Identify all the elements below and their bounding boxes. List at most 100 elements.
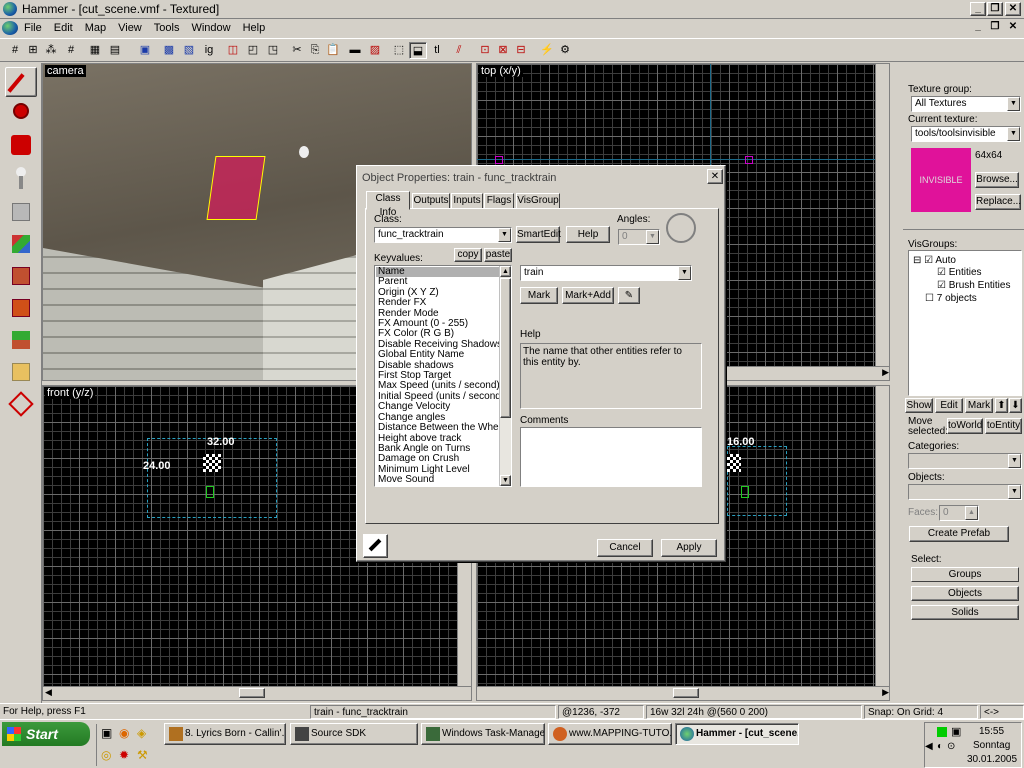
side-horizontal-scrollbar[interactable]: ▶ (477, 686, 889, 700)
select-objects-button[interactable]: Objects (911, 586, 1019, 601)
group-icon[interactable]: ▩ (160, 42, 178, 59)
entity-report-icon[interactable]: ⚡ (538, 42, 556, 59)
map-info-icon[interactable]: ⊟ (512, 42, 530, 59)
winamp-icon[interactable]: ◈ (137, 726, 146, 740)
tab-inputs[interactable]: Inputs (451, 193, 483, 209)
task-task-manager[interactable]: Windows Task-Manager (421, 723, 545, 745)
visgroup-7-objects[interactable]: ☐ 7 objects (925, 293, 977, 304)
objects-select[interactable]: ▼ (908, 484, 1022, 500)
texture-lock-icon[interactable]: ▣ (136, 42, 154, 59)
entity-tool-icon[interactable] (5, 163, 37, 193)
grid-dots-icon[interactable]: ⁂ (42, 42, 60, 59)
copy-button[interactable]: copy (454, 248, 482, 262)
paste-button[interactable]: paste (484, 248, 512, 262)
hollow-icon[interactable]: ▨ (366, 42, 384, 59)
task-browser[interactable]: www.MAPPING-TUTO... (548, 723, 672, 745)
selection-box-icon[interactable]: ⬚ (390, 42, 408, 59)
clock-time[interactable]: 15:55 (979, 726, 1004, 737)
select-solids-button[interactable]: Solids (911, 605, 1019, 620)
task-hammer[interactable]: Hammer - [cut_scene... (675, 723, 799, 745)
layout-icon[interactable]: ▦ (86, 42, 104, 59)
doc-minimize-button[interactable]: _ (970, 21, 986, 35)
visgroup-edit-button[interactable]: Edit (935, 398, 963, 413)
menu-view[interactable]: View (112, 22, 148, 34)
paste-icon[interactable]: 📋 (324, 42, 342, 59)
copy-icon[interactable]: ⎘ (306, 42, 324, 59)
tab-visgroup[interactable]: VisGroup (516, 193, 560, 209)
task-source-sdk[interactable]: Source SDK (290, 723, 418, 745)
magnify-tool-icon[interactable] (5, 99, 37, 129)
categories-select[interactable]: ▼ (908, 453, 1022, 469)
visgroup-entities[interactable]: ☑ Entities (937, 267, 982, 278)
vertex-tool-icon[interactable] (5, 389, 37, 419)
visgroup-up-icon[interactable]: ⬆ (995, 398, 1008, 413)
eyedropper-icon[interactable]: ✎ (618, 287, 640, 304)
top-vertical-scrollbar[interactable] (875, 64, 889, 368)
decal-tool-icon[interactable] (5, 293, 37, 323)
toggle-handles-icon[interactable]: tl (428, 42, 446, 59)
angles-select[interactable]: 0 ▼ (618, 229, 660, 245)
side-vertical-scrollbar[interactable] (875, 386, 889, 688)
volume-icon[interactable]: ◐ (937, 741, 943, 752)
to-entity-button[interactable]: toEntity (985, 418, 1022, 434)
mark-button[interactable]: Mark (520, 287, 558, 304)
dialog-close-icon[interactable]: ✕ (707, 169, 723, 184)
select-groups-button[interactable]: Groups (911, 567, 1019, 582)
keyvalue-item[interactable]: Distance Between the Wheels (376, 422, 511, 433)
cancel-button[interactable]: Cancel (597, 539, 653, 557)
show-all-icon[interactable]: ◳ (264, 42, 282, 59)
menu-help[interactable]: Help (237, 22, 272, 34)
overlay-tool-icon[interactable] (5, 325, 37, 355)
minimize-button[interactable]: _ (970, 2, 986, 16)
visgroup-auto[interactable]: ⊟ ☑ Auto (913, 255, 956, 266)
menu-file[interactable]: File (18, 22, 48, 34)
tray-arrow-icon[interactable]: ◀ (925, 741, 933, 752)
create-prefab-button[interactable]: Create Prefab (909, 526, 1009, 542)
selected-train-brush[interactable] (206, 156, 266, 220)
apply-texture-icon[interactable] (5, 261, 37, 291)
doc-restore-button[interactable]: ❐ (987, 21, 1003, 35)
run-map-icon[interactable]: ⊡ (476, 42, 494, 59)
texture-app-tool-icon[interactable] (5, 229, 37, 259)
keyvalue-item[interactable]: Move Sound (376, 474, 500, 485)
tool-icon[interactable]: ⚒ (137, 748, 148, 762)
firefox-icon[interactable]: ◉ (119, 726, 129, 740)
check-map-icon[interactable]: ⊠ (494, 42, 512, 59)
task-lyrics-born[interactable]: 8. Lyrics Born - Callin'... (164, 723, 286, 745)
visgroup-show-button[interactable]: Show (905, 398, 933, 413)
hide-icon[interactable]: ◫ (224, 42, 242, 59)
tab-flags[interactable]: Flags (484, 193, 514, 209)
carve-icon[interactable]: ▬ (346, 42, 364, 59)
keyvalue-value-select[interactable]: train ▼ (520, 265, 692, 281)
hide-unselected-icon[interactable]: ◰ (244, 42, 262, 59)
front-horizontal-scrollbar[interactable]: ◀ (43, 686, 471, 700)
faces-spinner[interactable]: 0 ▲ (939, 505, 979, 521)
current-texture-select[interactable]: tools/toolsinvisible ▼ (911, 126, 1021, 142)
keyvalues-list[interactable]: Name Parent Origin (X Y Z) Render FX Render … (374, 265, 512, 487)
visgroup-down-icon[interactable]: ⬇ (1009, 398, 1022, 413)
start-button[interactable]: Start (2, 722, 90, 746)
steam-icon[interactable]: ✹ (119, 748, 129, 762)
menu-map[interactable]: Map (79, 22, 112, 34)
desktop-icon[interactable]: ▣ (101, 726, 112, 740)
replace-button[interactable]: Replace... (975, 194, 1021, 210)
texture-group-select[interactable]: All Textures ▼ (911, 96, 1021, 112)
grid-size-icon[interactable]: # (62, 42, 80, 59)
menu-edit[interactable]: Edit (48, 22, 79, 34)
visgroup-mark-button[interactable]: Mark (965, 398, 993, 413)
grid-icon[interactable]: # (6, 42, 24, 59)
class-help-button[interactable]: Help (566, 226, 610, 243)
monitor-icon[interactable]: ▣ (951, 725, 961, 738)
mark-add-button[interactable]: Mark+Add (562, 287, 614, 304)
menu-window[interactable]: Window (185, 22, 236, 34)
media-icon[interactable]: ◎ (101, 748, 111, 762)
browse-button[interactable]: Browse... (975, 172, 1019, 188)
to-world-button[interactable]: toWorld (947, 418, 983, 434)
visgroup-brush-entities[interactable]: ☑ Brush Entities (937, 280, 1010, 291)
ignore-group-icon[interactable]: ig (200, 42, 218, 59)
clock-tray-icon[interactable]: ⊙ (947, 741, 955, 752)
tab-class-info[interactable]: Class Info (366, 191, 410, 218)
menu-tools[interactable]: Tools (148, 22, 186, 34)
entity-picker-icon[interactable] (363, 534, 388, 558)
camera-tool-icon[interactable] (5, 131, 37, 161)
